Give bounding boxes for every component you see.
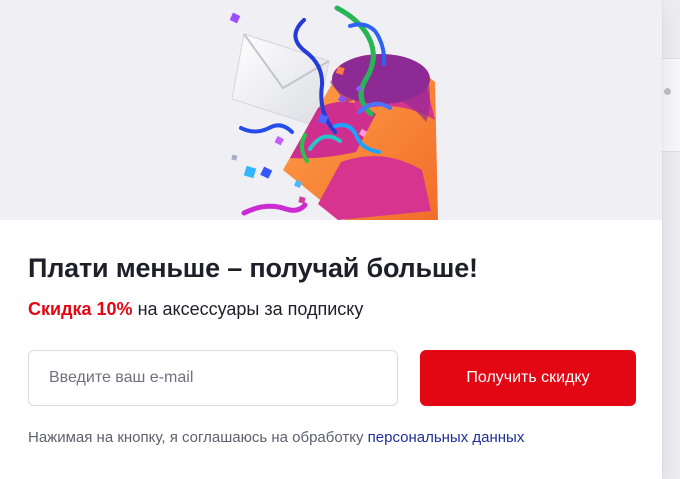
subscription-modal: Плати меньше – получай больше! Скидка 10…: [0, 0, 662, 479]
close-button[interactable]: [605, 28, 635, 58]
subtitle-rest: на аксессуары за подписку: [137, 299, 364, 319]
hero-illustration: [0, 0, 662, 220]
get-discount-button[interactable]: Получить скидку: [420, 350, 636, 406]
personal-data-link[interactable]: персональных данных: [368, 429, 525, 446]
modal-subtitle: Скидка 10% на аксессуары за подписку: [28, 297, 363, 321]
discount-highlight: Скидка 10%: [28, 299, 133, 319]
party-popper-illustration: [229, 5, 438, 220]
envelope-icon: [231, 33, 330, 127]
consent-label: Нажимая на кнопку, я соглашаюсь на обраб…: [28, 429, 364, 446]
close-icon[interactable]: [605, 28, 662, 220]
background-control-icon: [664, 88, 671, 95]
consent-text: Нажимая на кнопку, я соглашаюсь на обраб…: [28, 428, 524, 448]
modal-title: Плати меньше – получай больше!: [28, 253, 478, 283]
email-input[interactable]: [28, 350, 398, 406]
background-panel-edge: [662, 58, 680, 152]
